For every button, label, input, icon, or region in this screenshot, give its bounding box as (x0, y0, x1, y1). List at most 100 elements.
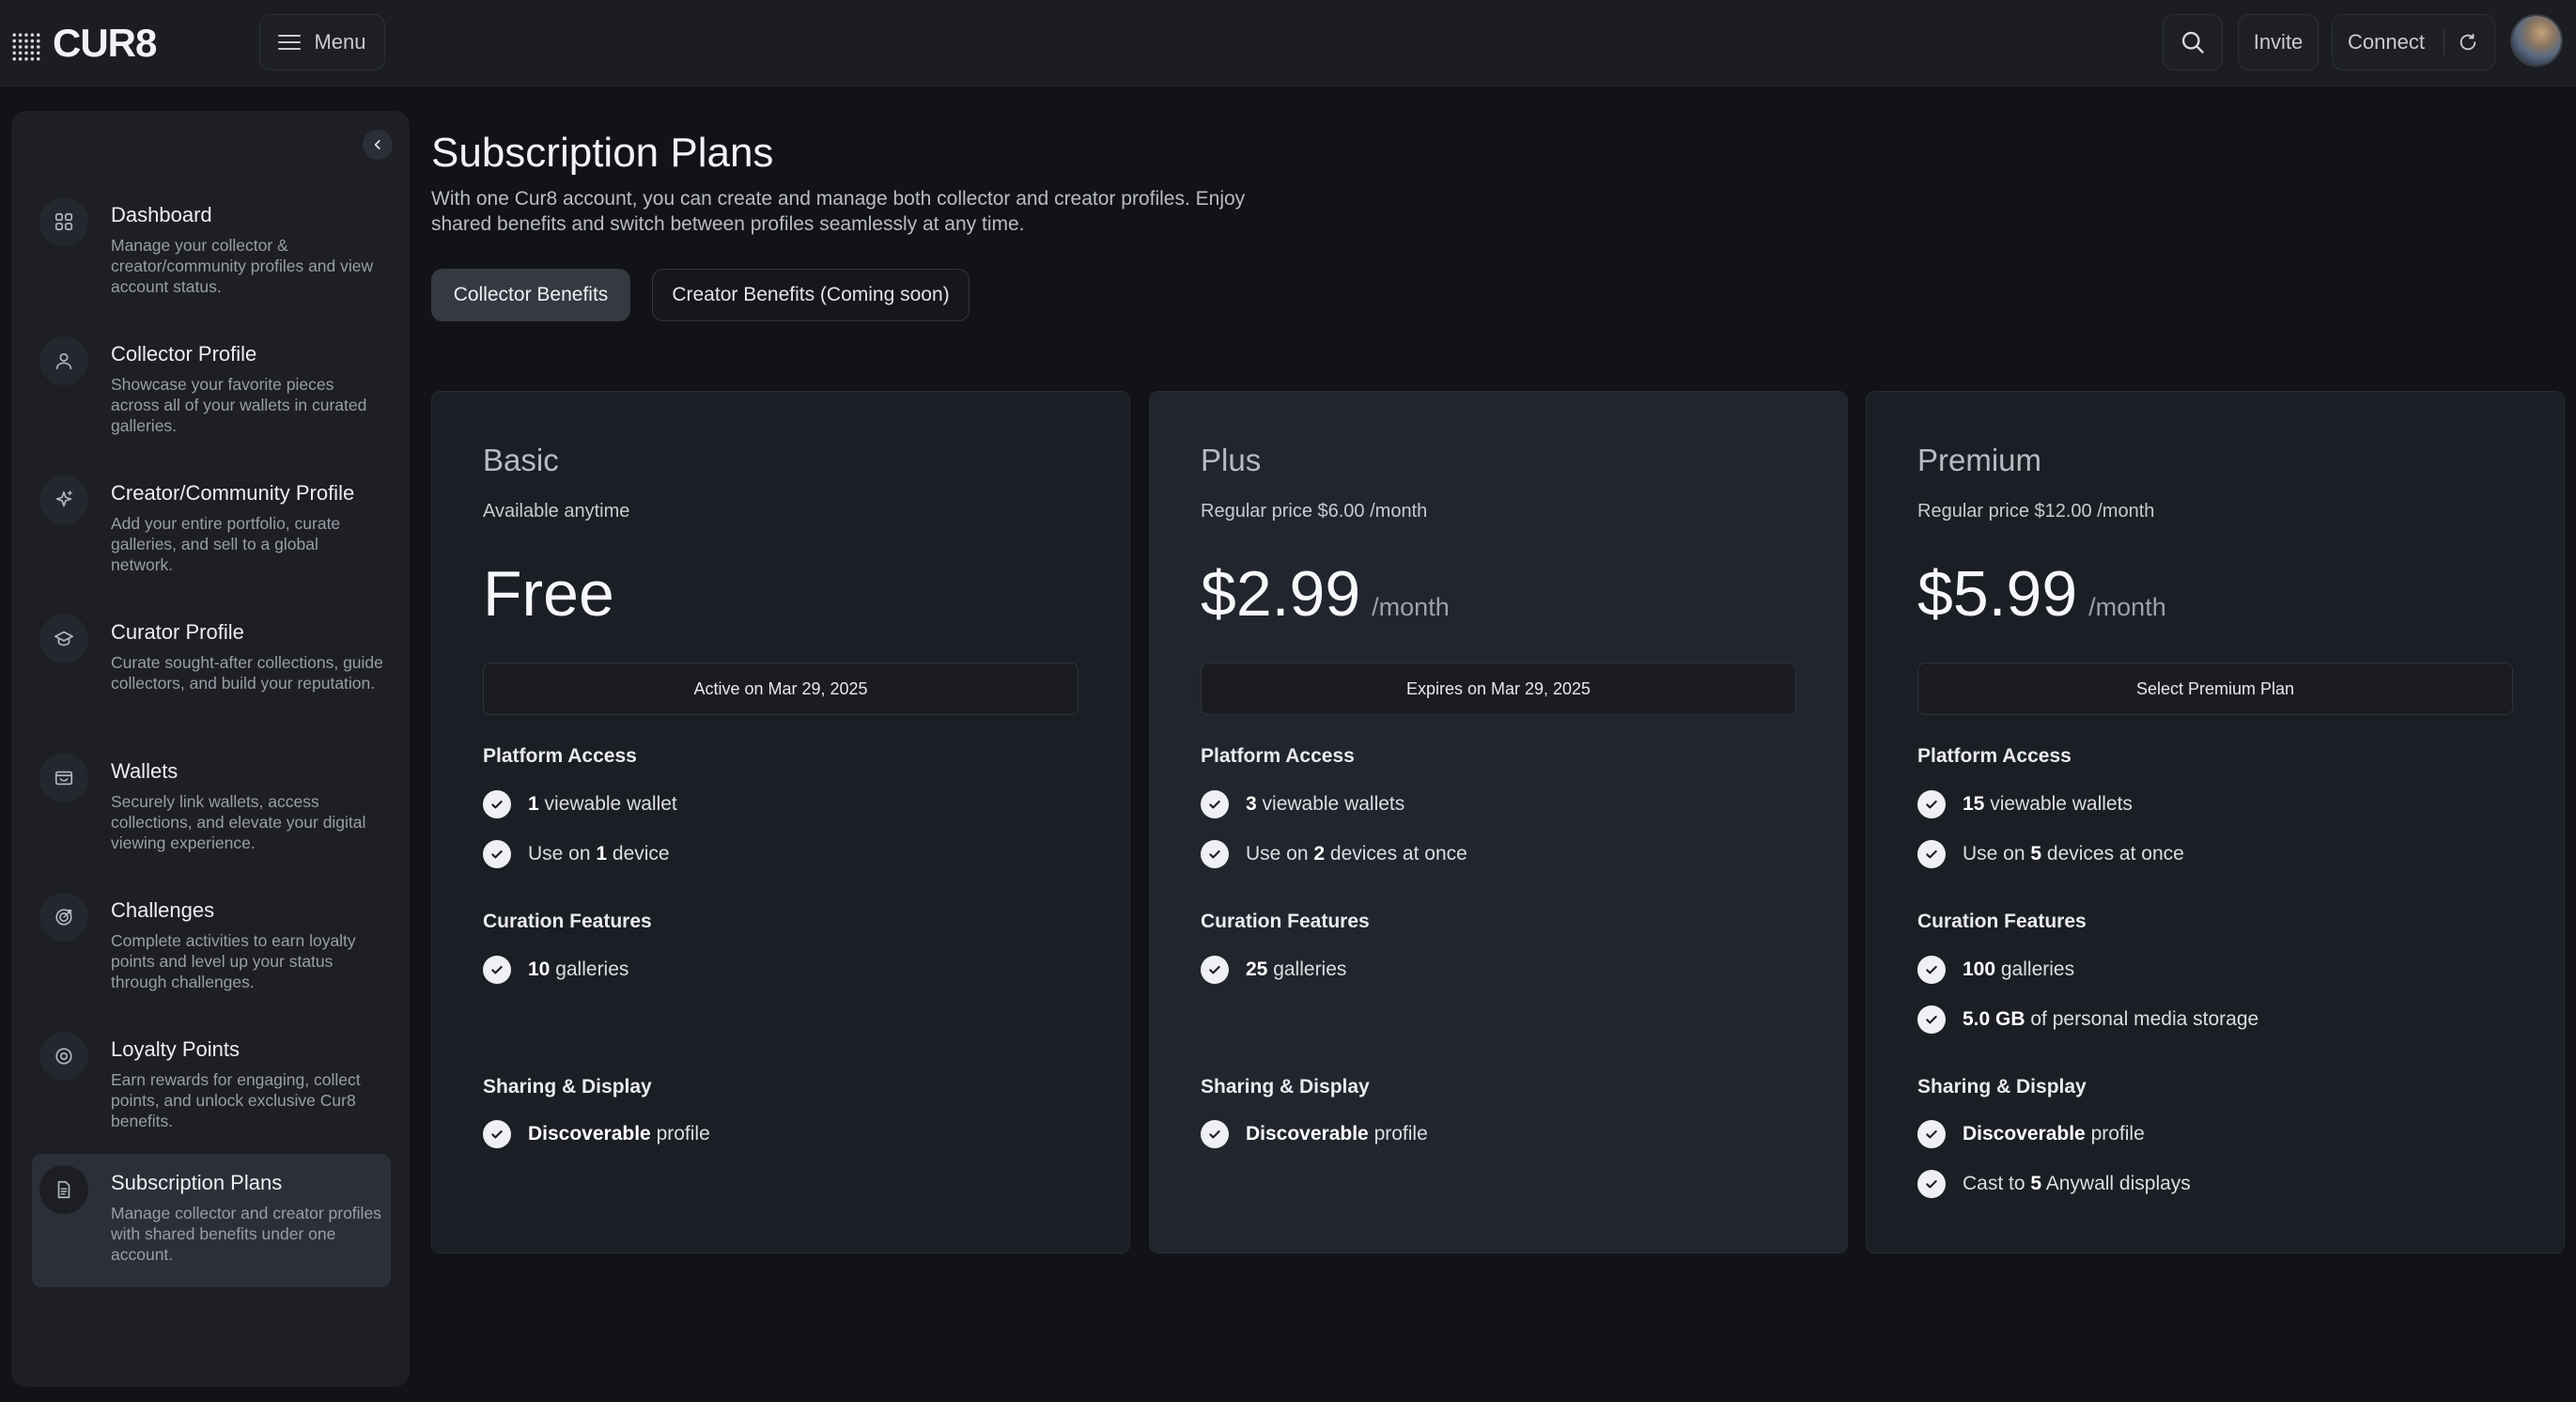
menu-label: Menu (314, 30, 366, 54)
plan-subtitle: Regular price $6.00 /month (1201, 501, 1428, 522)
chevron-left-icon (374, 140, 380, 149)
search-button[interactable] (2163, 14, 2223, 70)
price-period: /month (1372, 593, 1450, 621)
check-icon (1917, 790, 1946, 818)
avatar[interactable] (2510, 14, 2563, 67)
page-title: Subscription Plans (431, 130, 774, 176)
sparkle-icon (39, 475, 88, 524)
feature-strong: 5.0 GB (1963, 1008, 2025, 1030)
feature-strong: 2 (1313, 843, 1326, 865)
feature-strong: 100 (1963, 958, 1996, 980)
tab-collector-benefits[interactable]: Collector Benefits (431, 269, 630, 321)
sidebar: Dashboard Manage your collector & creato… (11, 111, 410, 1387)
price-amount: $5.99 (1917, 558, 2078, 630)
feature-strong: 5 (2030, 1173, 2042, 1194)
feature-item: Use on 1 device (483, 840, 670, 868)
check-icon (1201, 956, 1229, 984)
check-icon (483, 1120, 511, 1148)
feature-text: profile (650, 1123, 710, 1145)
check-icon (1201, 840, 1229, 868)
feature-item: 100 galleries (1917, 956, 2074, 984)
feature-text: profile (1368, 1123, 1428, 1145)
feature-strong: 3 (1246, 793, 1257, 815)
feature-text: galleries (1267, 958, 1347, 980)
feature-text: Use on (1246, 843, 1314, 865)
feature-text: Cast to (1963, 1173, 2031, 1194)
feature-text: Use on (528, 843, 597, 865)
section-title: Platform Access (1201, 745, 1355, 767)
select-premium-plan-button[interactable]: Select Premium Plan (1917, 662, 2513, 715)
feature-text: of personal media storage (2025, 1008, 2259, 1030)
check-icon (1917, 840, 1946, 868)
points-icon (39, 1032, 88, 1081)
feature-text: viewable wallets (1256, 793, 1405, 815)
connect-button[interactable]: Connect (2332, 14, 2495, 70)
feature-text: galleries (550, 958, 629, 980)
plan-subtitle: Available anytime (483, 501, 630, 522)
top-bar: CUR8 Menu Invite Connect (0, 0, 2576, 86)
sidebar-item-title: Loyalty Points (111, 1037, 240, 1061)
sidebar-item-subscription-plans[interactable]: Subscription Plans Manage collector and … (32, 1154, 391, 1287)
section-title: Sharing & Display (1917, 1076, 2087, 1098)
price-amount: $2.99 (1201, 558, 1361, 630)
refresh-icon[interactable] (2458, 32, 2478, 53)
sidebar-item-challenges[interactable]: Challenges Complete activities to earn l… (32, 881, 391, 1013)
plan-status-button[interactable]: Active on Mar 29, 2025 (483, 662, 1079, 715)
section-title: Sharing & Display (1201, 1076, 1370, 1098)
feature-text: galleries (1995, 958, 2075, 980)
section-title: Sharing & Display (483, 1076, 652, 1098)
feature-item: Discoverable profile (1917, 1120, 2145, 1148)
sidebar-item-desc: Add your entire portfolio, curate galler… (111, 514, 341, 574)
sidebar-item-curator-profile[interactable]: Curator Profile Curate sought-after coll… (32, 603, 391, 735)
invite-button[interactable]: Invite (2238, 14, 2319, 70)
sidebar-item-dashboard[interactable]: Dashboard Manage your collector & creato… (32, 186, 391, 318)
feature-strong: 1 (528, 793, 539, 815)
plan-price: $5.99 /month (1917, 557, 2166, 631)
sidebar-item-wallets[interactable]: Wallets Securely link wallets, access co… (32, 742, 391, 874)
check-icon (1201, 790, 1229, 818)
plan-name: Premium (1917, 443, 2042, 477)
sidebar-item-desc: Showcase your favorite pieces across all… (111, 375, 367, 435)
check-icon (1917, 1120, 1946, 1148)
document-icon (39, 1165, 88, 1214)
section-title: Platform Access (483, 745, 637, 767)
feature-item: Cast to 5 Anywall displays (1917, 1170, 2191, 1198)
feature-text: Use on (1963, 843, 2031, 865)
dashboard-icon (39, 197, 88, 246)
price-amount: Free (483, 558, 614, 630)
sidebar-item-creator-community-profile[interactable]: Creator/Community Profile Add your entir… (32, 464, 391, 596)
menu-button[interactable]: Menu (259, 14, 385, 70)
section-title: Curation Features (1917, 911, 2087, 932)
feature-strong: Discoverable (528, 1123, 651, 1145)
tab-creator-benefits[interactable]: Creator Benefits (Coming soon) (652, 269, 970, 321)
feature-item: 3 viewable wallets (1201, 790, 1404, 818)
sidebar-item-desc: Curate sought-after collections, guide c… (111, 653, 383, 693)
check-icon (483, 790, 511, 818)
feature-strong: 25 (1246, 958, 1268, 980)
feature-text: Anywall displays (2041, 1173, 2191, 1194)
plan-card-basic: Basic Available anytime Free Active on M… (431, 391, 1130, 1254)
graduation-cap-icon (39, 615, 88, 663)
hamburger-icon (278, 35, 302, 50)
sidebar-item-desc: Complete activities to earn loyalty poin… (111, 931, 356, 991)
logo-grid-icon (11, 32, 41, 62)
feature-item: 1 viewable wallet (483, 790, 677, 818)
feature-text: devices at once (1325, 843, 1467, 865)
plan-status-button[interactable]: Expires on Mar 29, 2025 (1201, 662, 1796, 715)
sidebar-item-title: Collector Profile (111, 342, 257, 366)
section-title: Platform Access (1917, 745, 2072, 767)
check-icon (483, 956, 511, 984)
check-icon (1917, 1170, 1946, 1198)
feature-strong: 1 (596, 843, 608, 865)
sidebar-item-loyalty-points[interactable]: Loyalty Points Earn rewards for engaging… (32, 1020, 391, 1152)
feature-item: 25 galleries (1201, 956, 1346, 984)
feature-text: viewable wallets (1984, 793, 2133, 815)
sidebar-item-collector-profile[interactable]: Collector Profile Showcase your favorite… (32, 325, 391, 457)
check-icon (1917, 1005, 1946, 1034)
plan-subtitle: Regular price $12.00 /month (1917, 501, 2155, 522)
collapse-sidebar-button[interactable] (363, 130, 393, 160)
section-title: Curation Features (1201, 911, 1370, 932)
logo[interactable]: CUR8 (11, 21, 157, 66)
feature-item: Discoverable profile (483, 1120, 710, 1148)
feature-item: Discoverable profile (1201, 1120, 1428, 1148)
